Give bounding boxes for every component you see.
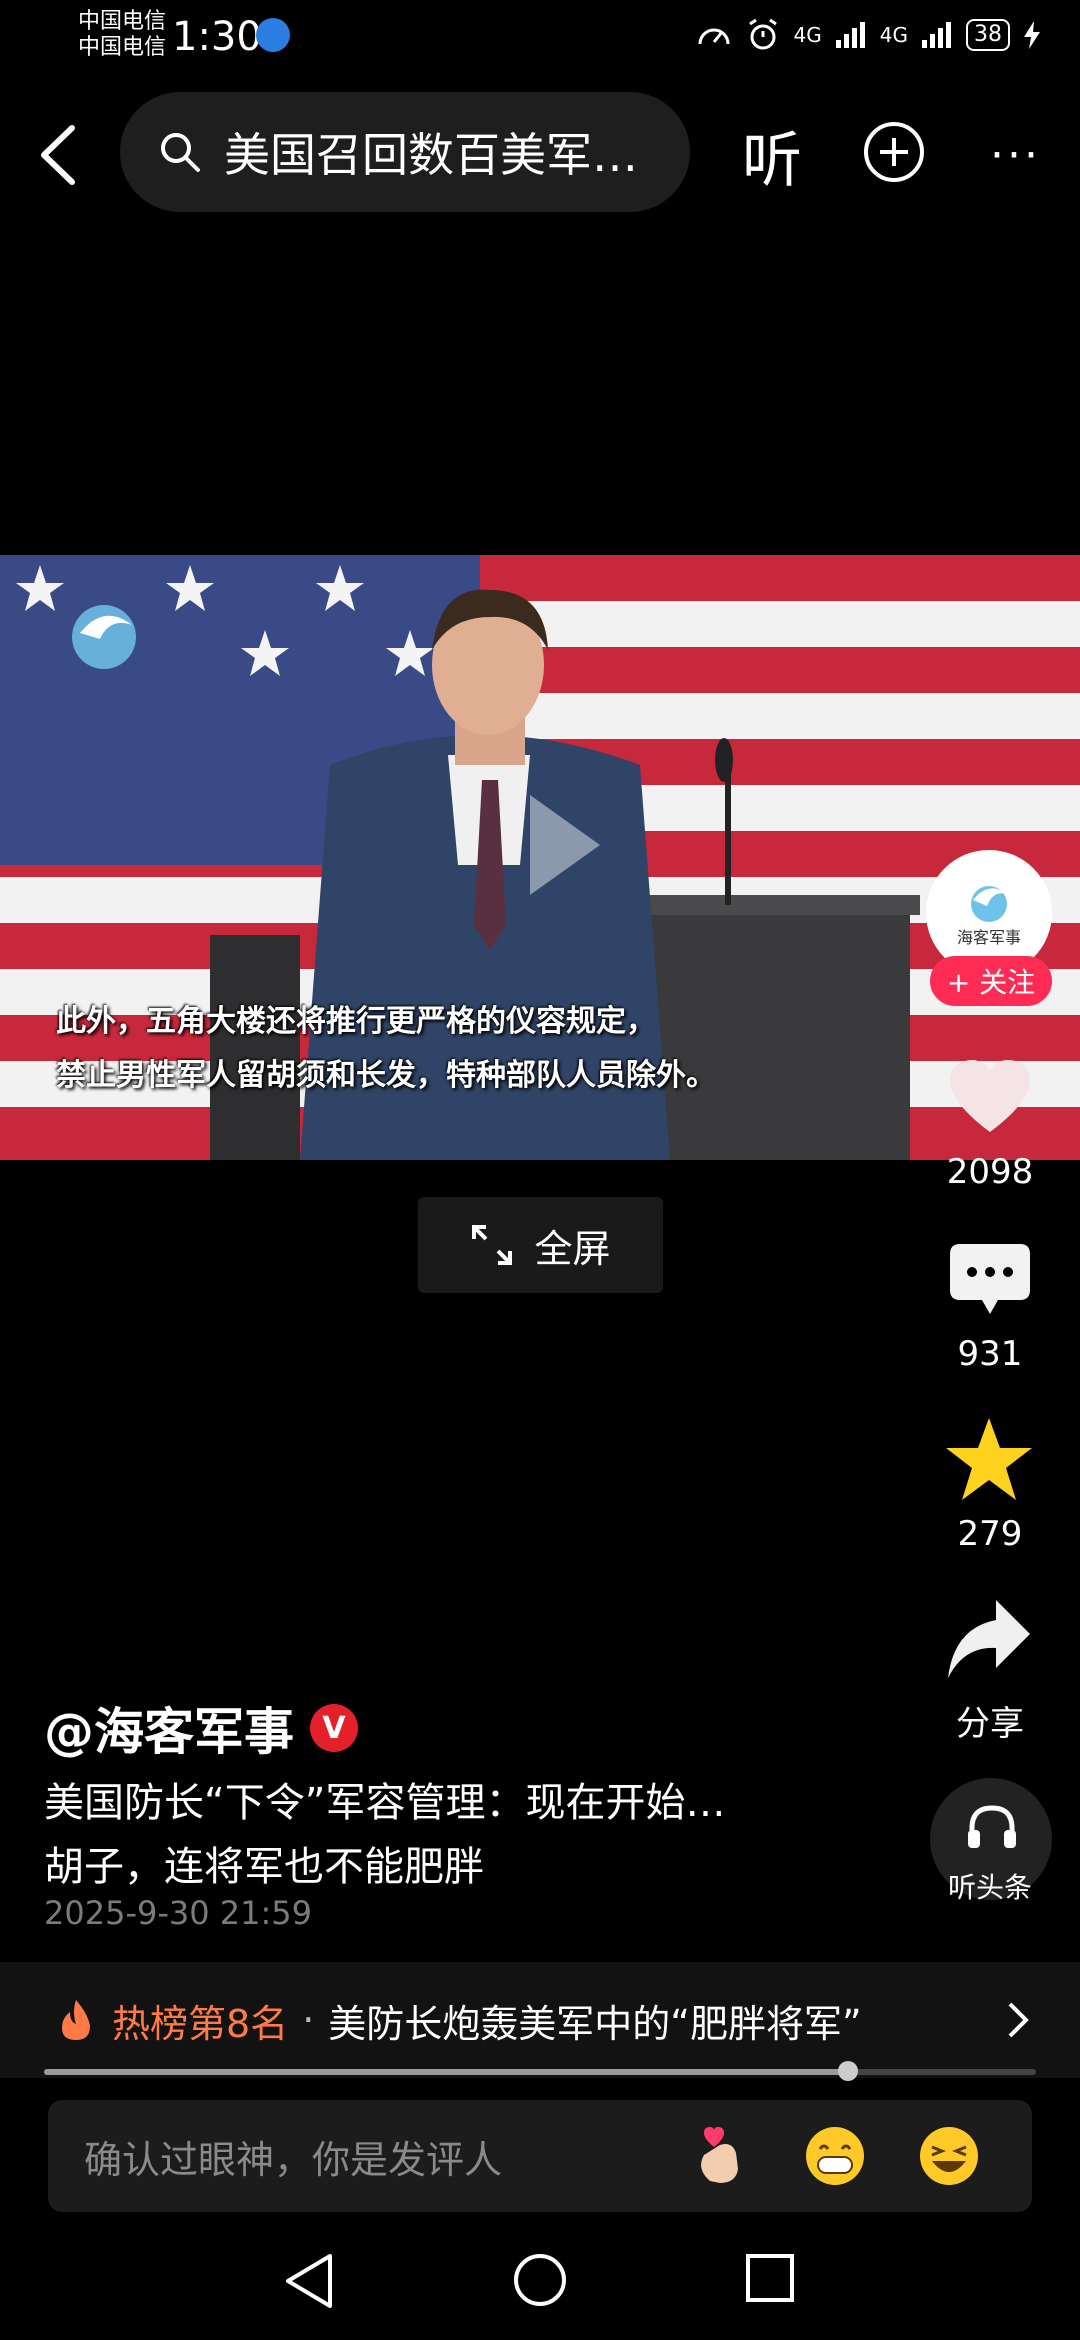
follow-button[interactable]: + 关注 — [930, 956, 1052, 1006]
expand-icon — [472, 1225, 513, 1265]
signal-icon — [835, 22, 865, 48]
comment-placeholder: 确认过眼神，你是发评人 — [84, 2137, 503, 2182]
alarm-icon — [748, 18, 777, 50]
fire-icon — [62, 2000, 90, 2040]
search-icon — [161, 133, 200, 172]
video-progress-fill — [44, 2069, 848, 2075]
avatar-text: 海客军事 — [956, 928, 1021, 947]
like-heart-icon[interactable] — [948, 1058, 1032, 1136]
video-progress-handle[interactable] — [837, 2061, 858, 2081]
chevron-right-icon — [1008, 2002, 1029, 2038]
listen-headline-label: 听头条 — [947, 1871, 1032, 1904]
listen-button[interactable]: 听 — [742, 112, 802, 199]
speed-gauge-icon — [698, 28, 730, 45]
status-icons: 4G 4G 38 — [696, 18, 1040, 52]
carrier-1: 中国电信 — [78, 9, 167, 34]
channel-watermark-logo — [60, 595, 150, 679]
grin-emoji-icon[interactable] — [804, 2125, 866, 2187]
share-arrow-icon[interactable] — [946, 1598, 1032, 1680]
status-time: 1:30 — [172, 14, 262, 60]
hot-headline: 美防长炮轰美军中的“肥胖将军” — [328, 2001, 862, 2046]
post-title-line2[interactable]: 胡子，连将军也不能肥胖 — [44, 1834, 484, 1892]
search-query: 美国召回数百美军… — [224, 128, 638, 182]
browser-globe-icon — [256, 18, 290, 52]
avatar-logo-icon — [971, 886, 1007, 922]
post-title-line1[interactable]: 美国防长“下令”军容管理：现在开始… — [44, 1770, 725, 1828]
share-label: 分享 — [956, 1704, 1024, 1744]
like-count: 2098 — [946, 1152, 1034, 1192]
comment-bubble-icon[interactable] — [950, 1244, 1030, 1318]
nav-back-icon[interactable] — [282, 2252, 336, 2310]
headphones-icon — [968, 1805, 1016, 1848]
author-name: @海客军事 — [44, 1703, 294, 1761]
charging-icon — [1024, 21, 1040, 49]
fullscreen-label: 全屏 — [534, 1226, 611, 1271]
hot-rank: 热榜第8名 — [112, 2001, 289, 2046]
verified-badge: V — [310, 1704, 358, 1752]
hot-list-banner[interactable]: 热榜第8名 · 美防长炮轰美军中的“肥胖将军” — [0, 1962, 1080, 2078]
fullscreen-button[interactable]: 全屏 — [418, 1197, 663, 1293]
favorite-star-icon[interactable] — [944, 1416, 1034, 1502]
back-arrow-icon[interactable] — [30, 120, 90, 190]
add-circle-icon[interactable] — [862, 120, 926, 184]
battery-indicator: 38 — [966, 19, 1010, 51]
network-type-1: 4G — [793, 23, 822, 47]
search-box[interactable]: 美国召回数百美军… — [120, 92, 690, 212]
comment-count: 931 — [957, 1334, 1023, 1374]
finger-heart-emoji-icon[interactable] — [690, 2125, 752, 2187]
laugh-emoji-icon[interactable] — [918, 2125, 980, 2187]
network-type-2: 4G — [879, 23, 908, 47]
hot-separator: · — [302, 1998, 315, 2042]
more-options-icon[interactable]: ··· — [990, 130, 1041, 181]
carrier-2: 中国电信 — [78, 35, 167, 60]
video-subtitle-line2: 禁止男性军人留胡须和长发，特种部队人员除外。 — [56, 1058, 716, 1093]
nav-home-icon[interactable] — [512, 2252, 568, 2308]
comment-input-bar[interactable]: 确认过眼神，你是发评人 — [48, 2100, 1032, 2212]
favorite-count: 279 — [957, 1514, 1023, 1554]
author-name-row[interactable]: @海客军事 V — [44, 1692, 358, 1764]
video-player[interactable]: 此外，五角大楼还将推行更严格的仪容规定， 禁止男性军人留胡须和长发，特种部队人员… — [0, 555, 1080, 1160]
post-date: 2025-9-30 21:59 — [44, 1894, 312, 1932]
video-subtitle-line1: 此外，五角大楼还将推行更严格的仪容规定， — [56, 1004, 656, 1039]
signal-icon-2 — [922, 22, 951, 48]
nav-recents-icon[interactable] — [744, 2252, 796, 2304]
